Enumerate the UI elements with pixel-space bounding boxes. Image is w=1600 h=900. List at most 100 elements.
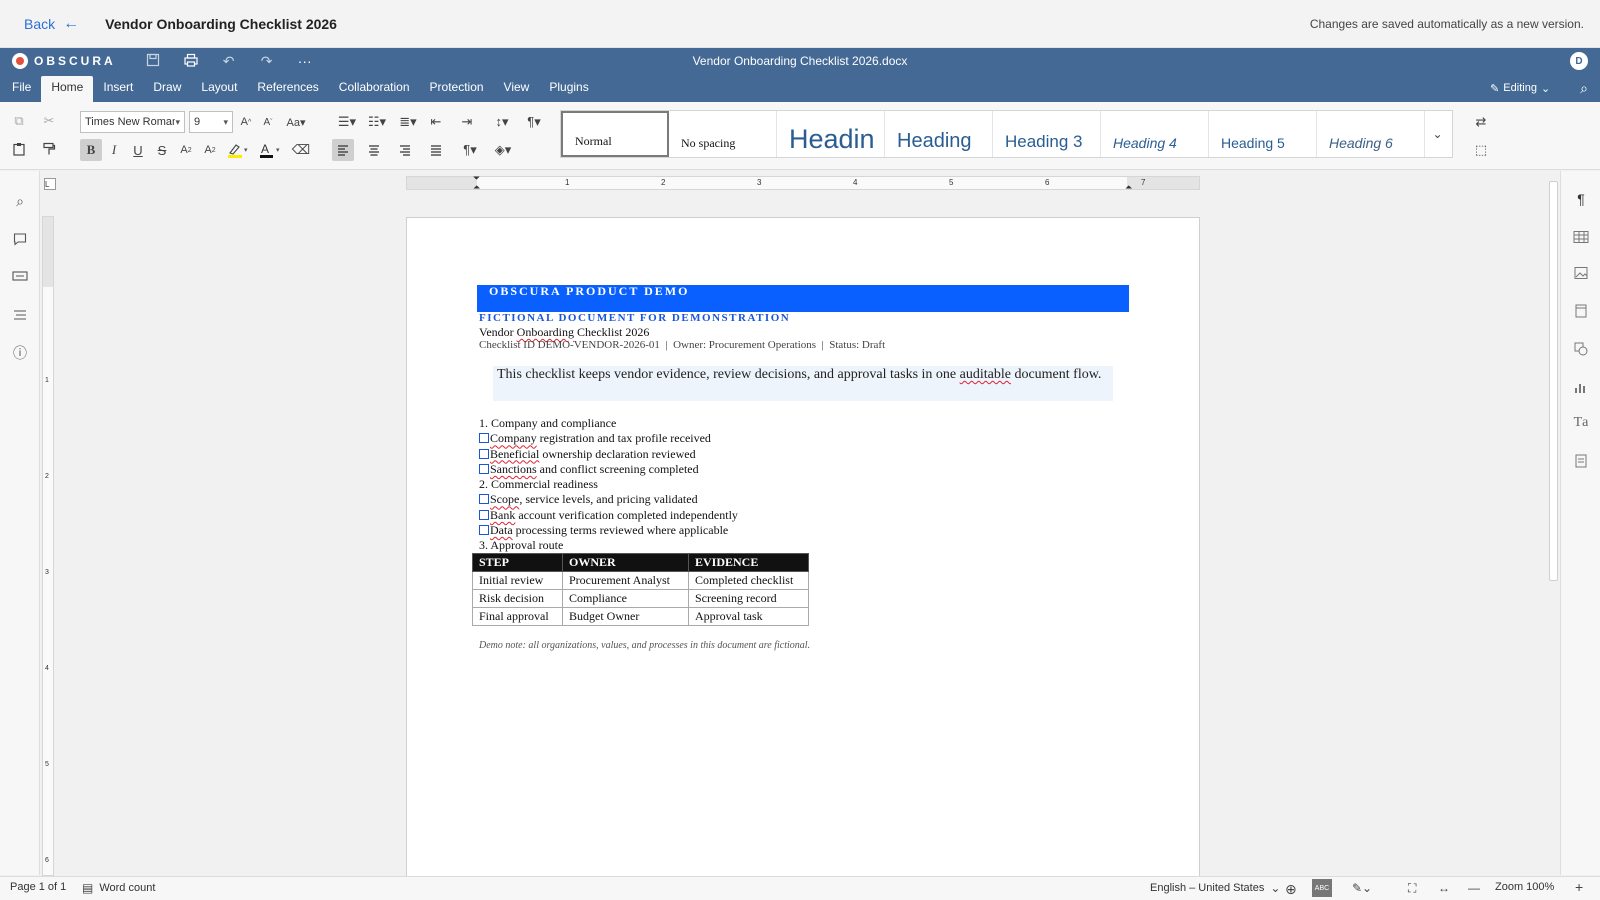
shading-icon[interactable]: ◈▾ [488,139,518,161]
tab-file[interactable]: File [2,76,41,102]
tab-plugins[interactable]: Plugins [539,76,598,102]
checkbox[interactable] [479,525,489,536]
subscript-icon[interactable]: A2 [199,139,221,161]
checkbox[interactable] [479,463,489,474]
spelling-error[interactable]: Company [490,431,537,445]
globe-icon[interactable]: ⊕ [1285,881,1297,898]
spelling-error[interactable]: Onboarding [517,325,574,339]
font-family-select[interactable]: Times New Roman ▾ [80,111,185,133]
back-button[interactable]: Back ← [24,15,79,33]
checkbox[interactable] [479,448,489,459]
table-cell[interactable]: Initial review [472,571,563,590]
search-icon[interactable]: ⌕ [1580,80,1588,97]
image-icon[interactable] [1571,263,1591,283]
header-footer-icon[interactable] [1571,301,1591,321]
scrollbar-thumb[interactable] [1549,181,1558,581]
chart-icon[interactable] [1571,377,1591,397]
tab-draw[interactable]: Draw [143,76,191,102]
vertical-scrollbar[interactable] [1547,171,1559,875]
style-heading-1[interactable]: Headin [777,111,885,157]
superscript-icon[interactable]: A2 [175,139,197,161]
table-cell[interactable]: Approval task [688,607,809,626]
paragraph-icon[interactable]: ¶ [1571,189,1591,209]
right-indent-marker[interactable]: ⏶ [1125,182,1132,193]
justify-icon[interactable] [425,139,447,161]
spelling-error[interactable]: Data [490,523,513,537]
table-cell[interactable]: Completed checklist [688,571,809,590]
paragraph-settings-icon[interactable]: ¶▾ [520,111,548,133]
style-heading-6[interactable]: Heading 6 [1317,111,1425,157]
spelling-error[interactable]: Bank [490,508,515,522]
font-color-icon[interactable]: A ▾ [256,139,284,161]
left-indent-marker[interactable]: ⏶ [473,182,480,193]
language-select[interactable]: English – United States ⌄ [1150,881,1280,895]
style-heading-5[interactable]: Heading 5 [1209,111,1317,157]
paste-icon[interactable] [8,138,30,160]
align-right-icon[interactable] [394,139,416,161]
format-painter-icon[interactable] [38,138,60,160]
comments-icon[interactable] [10,229,30,249]
underline-icon[interactable]: U [127,139,149,161]
document-page[interactable]: OBSCURA PRODUCT DEMO FICTIONAL DOCUMENT … [406,217,1200,877]
bold-icon[interactable]: B [80,139,102,161]
style-heading-3[interactable]: Heading 3 [993,111,1101,157]
style-heading-4[interactable]: Heading 4 [1101,111,1209,157]
checkbox[interactable] [479,433,489,444]
increase-indent-icon[interactable]: ⇥ [456,111,478,133]
highlight-color-icon[interactable]: ▾ [224,139,252,161]
tab-home[interactable]: Home [41,76,94,102]
editing-mode-dropdown[interactable]: ✎ Editing ⌄ [1490,82,1550,95]
info-icon[interactable]: ⓘ [10,343,30,363]
strikethrough-icon[interactable]: S [151,139,173,161]
spelling-error[interactable]: Sanctions [490,462,537,476]
spellcheck-icon[interactable]: ABC [1312,879,1332,897]
cut-icon[interactable]: ✂ [38,110,60,132]
clear-formatting-icon[interactable]: ⌫ [290,139,312,161]
copy-icon[interactable]: ⧉ [8,110,30,132]
more-icon[interactable]: ··· [286,53,324,70]
fit-width-icon[interactable]: ↔ [1438,881,1450,895]
save-icon[interactable] [134,53,172,70]
decrease-indent-icon[interactable]: ⇤ [425,111,447,133]
track-changes-icon[interactable]: ✎⌄ [1352,881,1372,895]
undo-icon[interactable]: ↶ [210,53,248,70]
italic-icon[interactable]: I [103,139,125,161]
checkbox[interactable] [479,509,489,520]
bullet-list-icon[interactable]: ☰▾ [333,111,361,133]
style-heading-2[interactable]: Heading [885,111,993,157]
nonprinting-characters-icon[interactable]: ¶▾ [456,139,484,161]
font-size-select[interactable]: 9 ▾ [189,111,233,133]
tab-insert[interactable]: Insert [93,76,143,102]
decrease-font-icon[interactable]: Aˇ [257,111,279,133]
navigation-icon[interactable] [10,305,30,325]
spelling-error[interactable]: Scope [490,492,519,506]
zoom-level[interactable]: Zoom 100% [1495,881,1554,893]
multilevel-list-icon[interactable]: ≣▾ [394,111,422,133]
page-indicator[interactable]: Page 1 of 1 [10,881,66,893]
table-cell[interactable]: Budget Owner [562,607,689,626]
align-center-icon[interactable] [363,139,385,161]
tab-collaboration[interactable]: Collaboration [329,76,420,102]
checkbox[interactable] [479,494,489,505]
table-icon[interactable] [1571,227,1591,247]
search-icon[interactable]: ⌕ [10,191,30,211]
spelling-error[interactable]: Beneficial [490,447,539,461]
replace-icon[interactable]: ⇄ [1470,111,1492,133]
mail-merge-icon[interactable] [1571,451,1591,471]
chat-icon[interactable] [10,267,30,287]
tab-references[interactable]: References [247,76,328,102]
text-art-icon[interactable]: Tа [1571,413,1591,433]
print-icon[interactable] [172,53,210,70]
shape-icon[interactable] [1571,339,1591,359]
fit-page-icon[interactable]: ⛶ [1408,881,1416,896]
avatar[interactable]: D [1570,52,1588,70]
style-normal[interactable]: Normal [561,111,669,157]
line-spacing-icon[interactable]: ↕▾ [487,111,517,133]
tab-protection[interactable]: Protection [420,76,494,102]
spelling-error[interactable]: auditable [960,367,1011,382]
change-case-icon[interactable]: Aa▾ [281,111,311,133]
styles-expand-button[interactable]: ⌄ [1425,111,1450,157]
select-all-icon[interactable]: ⬚ [1470,139,1492,161]
tab-stop-selector[interactable]: L [44,178,56,190]
increase-font-icon[interactable]: A ^ [235,111,257,133]
